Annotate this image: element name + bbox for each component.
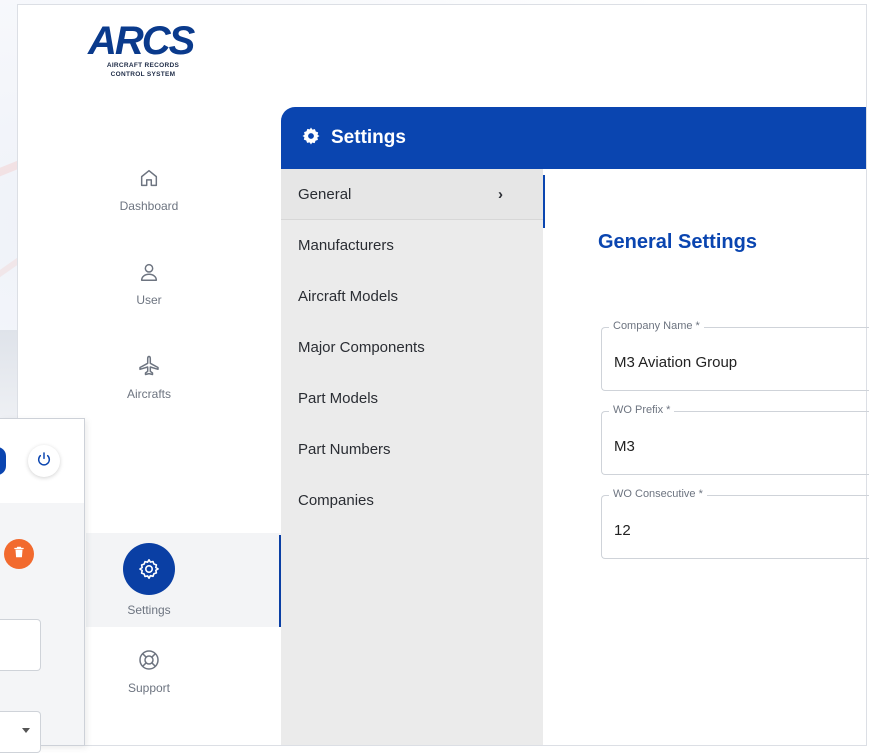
submenu-item-part-numbers[interactable]: Part Numbers (281, 424, 543, 475)
background-window (0, 418, 85, 753)
submenu-label: Companies (298, 492, 374, 509)
submenu-item-companies[interactable]: Companies (281, 475, 543, 526)
home-icon (86, 163, 212, 193)
app-window: ARCS Aircraft Records Control System Das… (17, 4, 869, 746)
trash-icon (12, 545, 26, 564)
nav-support[interactable]: Support (86, 645, 212, 695)
logo-wordmark: ARCS (88, 19, 195, 63)
partial-input-field[interactable] (0, 619, 41, 671)
nav-label: Aircrafts (126, 387, 171, 401)
nav-dashboard[interactable]: Dashboard (86, 163, 212, 213)
nav-user[interactable]: User (86, 257, 212, 307)
gear-icon (301, 126, 321, 151)
wo-prefix-field: WO Prefix * (601, 404, 869, 475)
submenu-item-major-components[interactable]: Major Components (281, 322, 543, 373)
submenu-label: Aircraft Models (298, 288, 399, 305)
submenu-item-aircraft-models[interactable]: Aircraft Models (281, 271, 543, 322)
power-button[interactable] (28, 445, 60, 477)
nav-label: Settings (127, 603, 171, 617)
settings-submenu: General › Manufacturers Aircraft Models … (281, 169, 543, 745)
wo-prefix-input[interactable] (614, 438, 854, 455)
submenu-label: Major Components (298, 339, 425, 356)
wo-consecutive-field: WO Consecutive * (601, 488, 869, 559)
nav-settings[interactable]: Settings (86, 543, 212, 617)
submenu-label: Part Numbers (298, 441, 391, 458)
chevron-right-icon: › (498, 186, 503, 203)
gear-icon (123, 543, 175, 595)
lifebuoy-icon (86, 645, 212, 675)
arcs-logo[interactable]: ARCS Aircraft Records Control System (88, 21, 208, 101)
submenu-label: Part Models (298, 390, 379, 407)
logo-subtitle: Aircraft Records Control System (106, 62, 180, 78)
partial-select-field[interactable] (0, 711, 41, 753)
power-icon (36, 451, 52, 472)
delete-button[interactable] (4, 539, 34, 569)
company-name-field: Company Name * (601, 320, 869, 391)
submenu-item-general[interactable]: General › (281, 169, 543, 220)
nav-label: Support (127, 681, 171, 695)
user-icon (86, 257, 212, 287)
caret-down-icon (22, 728, 30, 733)
submenu-label: Manufacturers (298, 237, 394, 254)
page-title: General Settings (598, 231, 757, 253)
settings-header: Settings (281, 107, 866, 169)
settings-title: Settings (331, 127, 406, 148)
nav-label: User (136, 293, 162, 307)
submenu-label: General (298, 186, 352, 203)
submenu-item-part-models[interactable]: Part Models (281, 373, 543, 424)
field-label: WO Consecutive * (609, 488, 707, 500)
settings-panel: Settings General › Manufacturers Aircraf… (281, 107, 869, 745)
nav-aircrafts[interactable]: Aircrafts (86, 351, 212, 401)
general-settings-content: General Settings Company Name * WO Prefi… (545, 169, 869, 745)
airplane-icon (86, 351, 212, 381)
company-name-input[interactable] (614, 354, 854, 371)
field-label: Company Name * (609, 320, 704, 332)
submenu-item-manufacturers[interactable]: Manufacturers (281, 220, 543, 271)
nav-label: Dashboard (119, 199, 179, 213)
field-label: WO Prefix * (609, 404, 675, 416)
wo-consecutive-input[interactable] (614, 522, 854, 539)
